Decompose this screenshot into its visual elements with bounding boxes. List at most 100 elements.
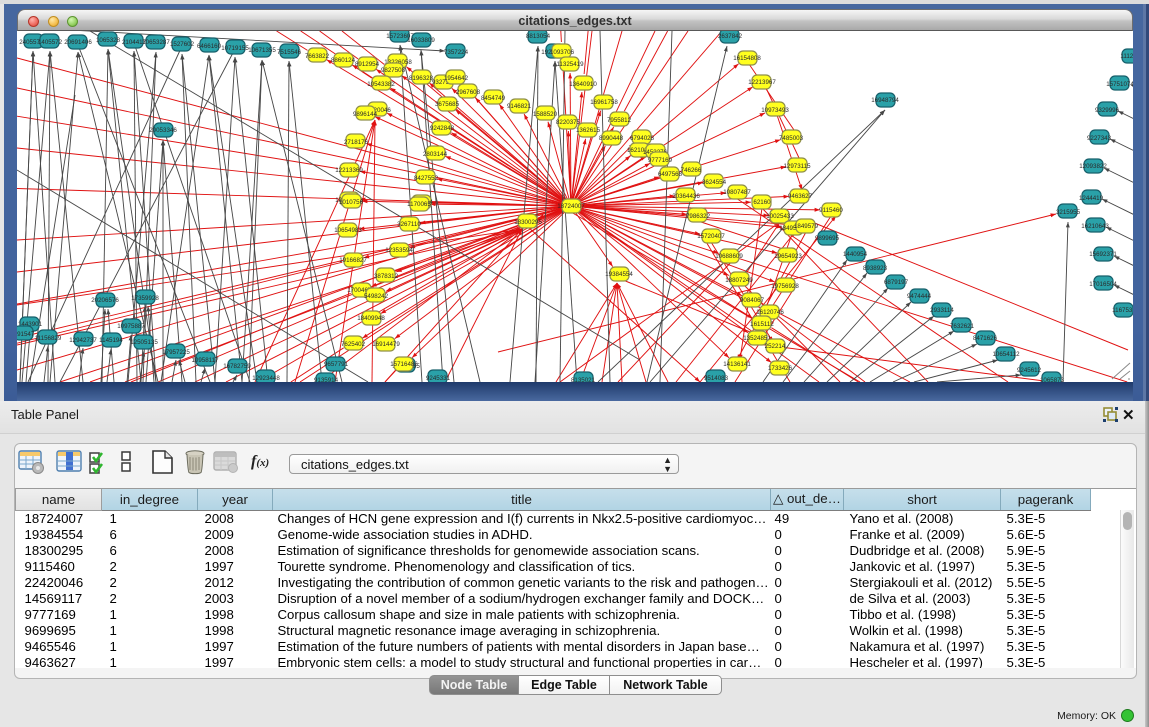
svg-text:15716486: 15716486 [390,361,418,368]
svg-text:8220375: 8220375 [556,119,581,126]
svg-text:10653287: 10653287 [142,39,170,46]
svg-text:10688609: 10688609 [715,253,743,260]
svg-text:3675685: 3675685 [435,101,460,108]
svg-text:2967608: 2967608 [456,89,481,96]
svg-text:10671355: 10671355 [248,47,276,54]
svg-text:9084067: 9084067 [740,297,765,304]
svg-text:18807249: 18807249 [725,277,753,284]
svg-text:3267110: 3267110 [397,221,421,228]
svg-text:7485003: 7485003 [779,135,804,142]
svg-text:20691406: 20691406 [64,39,92,46]
svg-text:6794028: 6794028 [630,135,655,142]
svg-text:10807487: 10807487 [723,189,751,196]
svg-text:1010756: 1010756 [339,199,364,206]
svg-text:16210643: 16210643 [1081,223,1109,230]
svg-text:20364436: 20364436 [672,193,700,200]
svg-text:8427552: 8427552 [414,175,439,182]
svg-text:7625402: 7625402 [341,341,366,348]
svg-text:15751074: 15751074 [1106,81,1133,88]
svg-text:7663822: 7663822 [305,53,330,60]
svg-text:62160: 62160 [753,199,771,206]
svg-text:16782759: 16782759 [223,363,251,370]
svg-text:1145194: 1145194 [99,337,123,344]
svg-text:17957225: 17957225 [162,349,190,356]
svg-text:12213369: 12213369 [335,167,363,174]
svg-text:6879197: 6879197 [884,279,909,286]
svg-text:1170065: 1170065 [407,201,431,208]
svg-text:7955812: 7955812 [607,117,632,124]
svg-text:20206576: 20206576 [91,297,119,304]
svg-text:12093822: 12093822 [1079,163,1107,170]
svg-text:9463627: 9463627 [788,193,813,200]
svg-text:8938923: 8938923 [863,265,888,272]
svg-text:16914479: 16914479 [372,341,400,348]
svg-text:12353594: 12353594 [385,247,413,254]
svg-text:13640910: 13640910 [569,81,597,88]
svg-text:10025433: 10025433 [766,213,794,220]
svg-text:9657791: 9657791 [324,361,349,368]
svg-text:6466160: 6466160 [197,43,222,50]
svg-text:9899695: 9899695 [815,235,840,242]
svg-text:7515546: 7515546 [277,49,302,56]
svg-text:1362615: 1362615 [576,127,601,134]
svg-text:15720407: 15720407 [697,233,725,240]
svg-text:746266: 746266 [681,167,702,174]
svg-text:12973115: 12973115 [783,163,811,170]
svg-text:2803144: 2803144 [423,151,448,158]
svg-text:12942737: 12942737 [69,337,97,344]
svg-text:1405572: 1405572 [38,39,63,46]
svg-text:10543382: 10543382 [367,81,395,88]
svg-text:7357224: 7357224 [444,49,469,56]
svg-text:8990448: 8990448 [599,135,624,142]
svg-text:16120746: 16120746 [756,309,784,316]
svg-text:11156829: 11156829 [35,335,62,342]
svg-text:2637842: 2637842 [718,33,743,40]
svg-text:17016504: 17016504 [1089,281,1117,288]
svg-text:9146821: 9146821 [507,103,532,110]
svg-text:12923448: 12923448 [252,375,280,382]
svg-text:252214: 252214 [765,343,786,350]
svg-text:8813054: 8813054 [526,33,551,40]
svg-text:8860124: 8860124 [331,57,356,64]
svg-text:1244419: 1244419 [1079,195,1104,202]
svg-text:1065328: 1065328 [96,37,121,44]
svg-text:16154808: 16154808 [733,55,761,62]
svg-text:9474444: 9474444 [907,293,932,300]
svg-text:14136141: 14136141 [723,361,751,368]
svg-text:15692371: 15692371 [1089,251,1117,258]
svg-text:19166827: 19166827 [339,257,367,264]
svg-text:3624554: 3624554 [702,179,727,186]
svg-text:2718176: 2718176 [344,139,369,146]
svg-text:3215955: 3215955 [1056,209,1081,216]
svg-text:18409948: 18409948 [357,315,385,322]
svg-text:20053346: 20053346 [149,127,177,134]
svg-text:1112044: 1112044 [1120,53,1133,60]
svg-text:9245612: 9245612 [1017,367,1042,374]
svg-text:10973493: 10973493 [761,107,789,114]
svg-text:1849579: 1849579 [794,223,819,230]
svg-text:2933114: 2933114 [930,307,954,314]
svg-text:9896144: 9896144 [353,111,378,118]
svg-text:12505135: 12505135 [130,339,158,346]
svg-text:9514083: 9514083 [704,375,729,382]
svg-text:11325419: 11325419 [556,61,584,68]
svg-text:19756928: 19756928 [771,283,799,290]
svg-text:9242848: 9242848 [430,125,455,132]
svg-text:17359928: 17359928 [131,295,159,302]
svg-text:8454749: 8454749 [481,95,506,102]
svg-text:7986322: 7986322 [686,213,711,220]
svg-text:9329996: 9329996 [1095,107,1120,114]
svg-text:16033809: 16033809 [407,37,435,44]
svg-text:1093706: 1093706 [550,49,575,56]
svg-text:9227343: 9227343 [1087,135,1112,142]
svg-text:8196328: 8196328 [409,75,434,82]
svg-text:18300295: 18300295 [514,219,542,226]
svg-text:16948794: 16948794 [871,97,899,104]
svg-text:10975887: 10975887 [117,323,145,330]
svg-text:5498242: 5498242 [364,293,389,300]
svg-text:6497568: 6497568 [658,171,683,178]
svg-text:1588520: 1588520 [533,111,558,118]
svg-text:8471626: 8471626 [973,335,998,342]
svg-text:391547: 391547 [17,331,35,338]
svg-text:1733426: 1733426 [768,365,793,372]
